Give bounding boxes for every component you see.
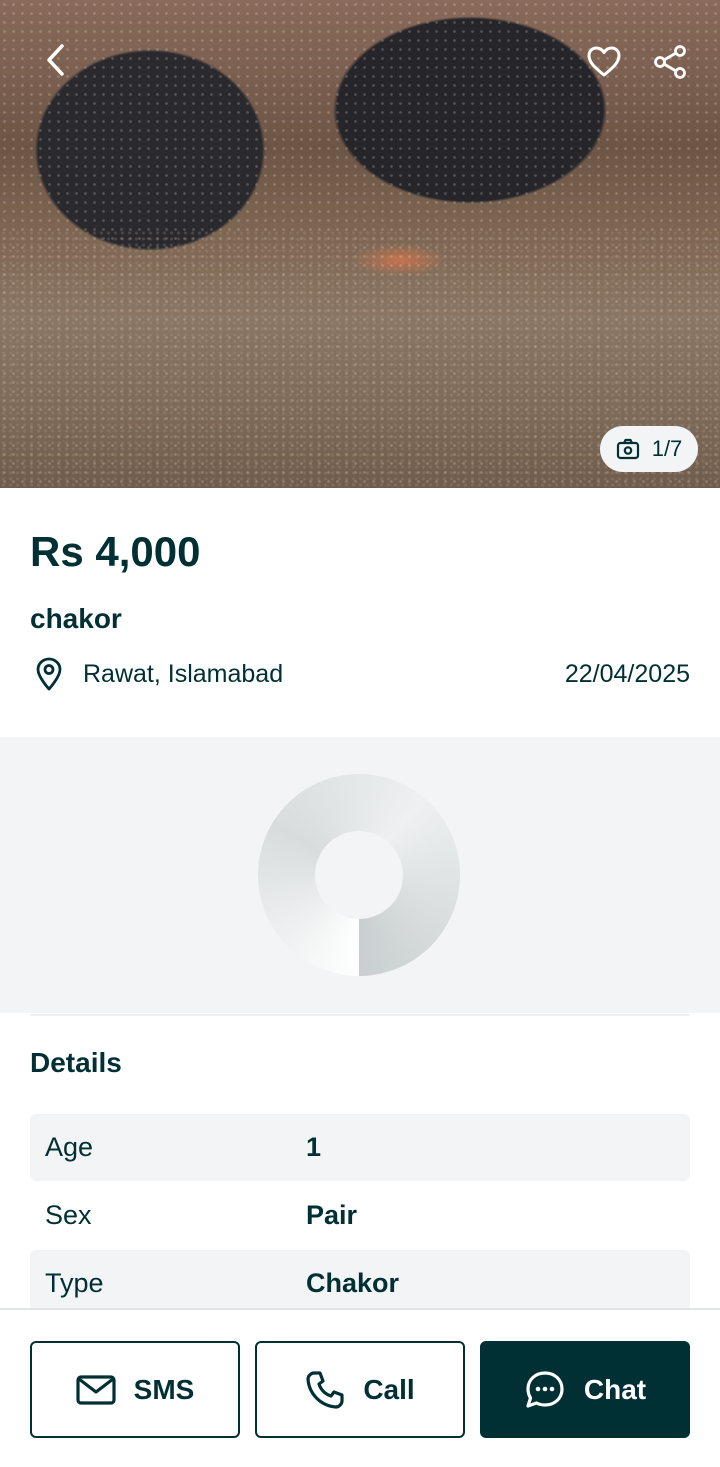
location-pin-icon [30, 655, 68, 693]
sms-button[interactable]: SMS [30, 1341, 240, 1438]
heart-icon [587, 46, 621, 77]
location-row: Rawat, Islamabad 22/04/2025 [30, 652, 690, 696]
detail-key: Type [45, 1268, 104, 1298]
camera-icon [616, 438, 639, 460]
chat-button-label: Chat [583, 1373, 647, 1405]
detail-value: Pair [306, 1200, 358, 1230]
detail-value: 1 [306, 1132, 322, 1162]
listing-photo[interactable]: 1/7 [0, 0, 720, 488]
phone-icon [306, 1370, 344, 1409]
listing-price: Rs 4,000 [30, 528, 201, 575]
detail-row-age: Age 1 [30, 1114, 690, 1181]
share-icon [654, 45, 686, 79]
chat-bubble-icon [526, 1370, 564, 1408]
mail-icon [76, 1374, 116, 1405]
divider [30, 1014, 690, 1016]
share-button[interactable] [648, 40, 692, 84]
loading-section [0, 737, 720, 1013]
favorite-button[interactable] [582, 40, 626, 84]
photo-counter[interactable]: 1/7 [600, 426, 698, 472]
loading-spinner [258, 774, 460, 976]
back-button[interactable] [32, 40, 80, 80]
detail-key: Sex [45, 1200, 92, 1230]
contact-action-bar: SMS Call Chat [0, 1308, 720, 1467]
detail-row-type: Type Chakor [30, 1250, 690, 1317]
detail-value: Chakor [306, 1268, 400, 1298]
photo-counter-label: 1/7 [651, 436, 683, 461]
details-heading: Details [30, 1047, 122, 1078]
chat-button[interactable]: Chat [480, 1341, 690, 1438]
call-button-label: Call [363, 1373, 415, 1405]
back-arrow-icon [47, 44, 64, 76]
detail-key: Age [45, 1132, 94, 1162]
call-button[interactable]: Call [255, 1341, 465, 1438]
detail-row-sex: Sex Pair [30, 1182, 690, 1249]
listing-date: 22/04/2025 [564, 659, 690, 688]
sms-button-label: SMS [133, 1373, 195, 1405]
listing-location: Rawat, Islamabad [83, 659, 284, 688]
listing-title: chakor [30, 603, 122, 634]
